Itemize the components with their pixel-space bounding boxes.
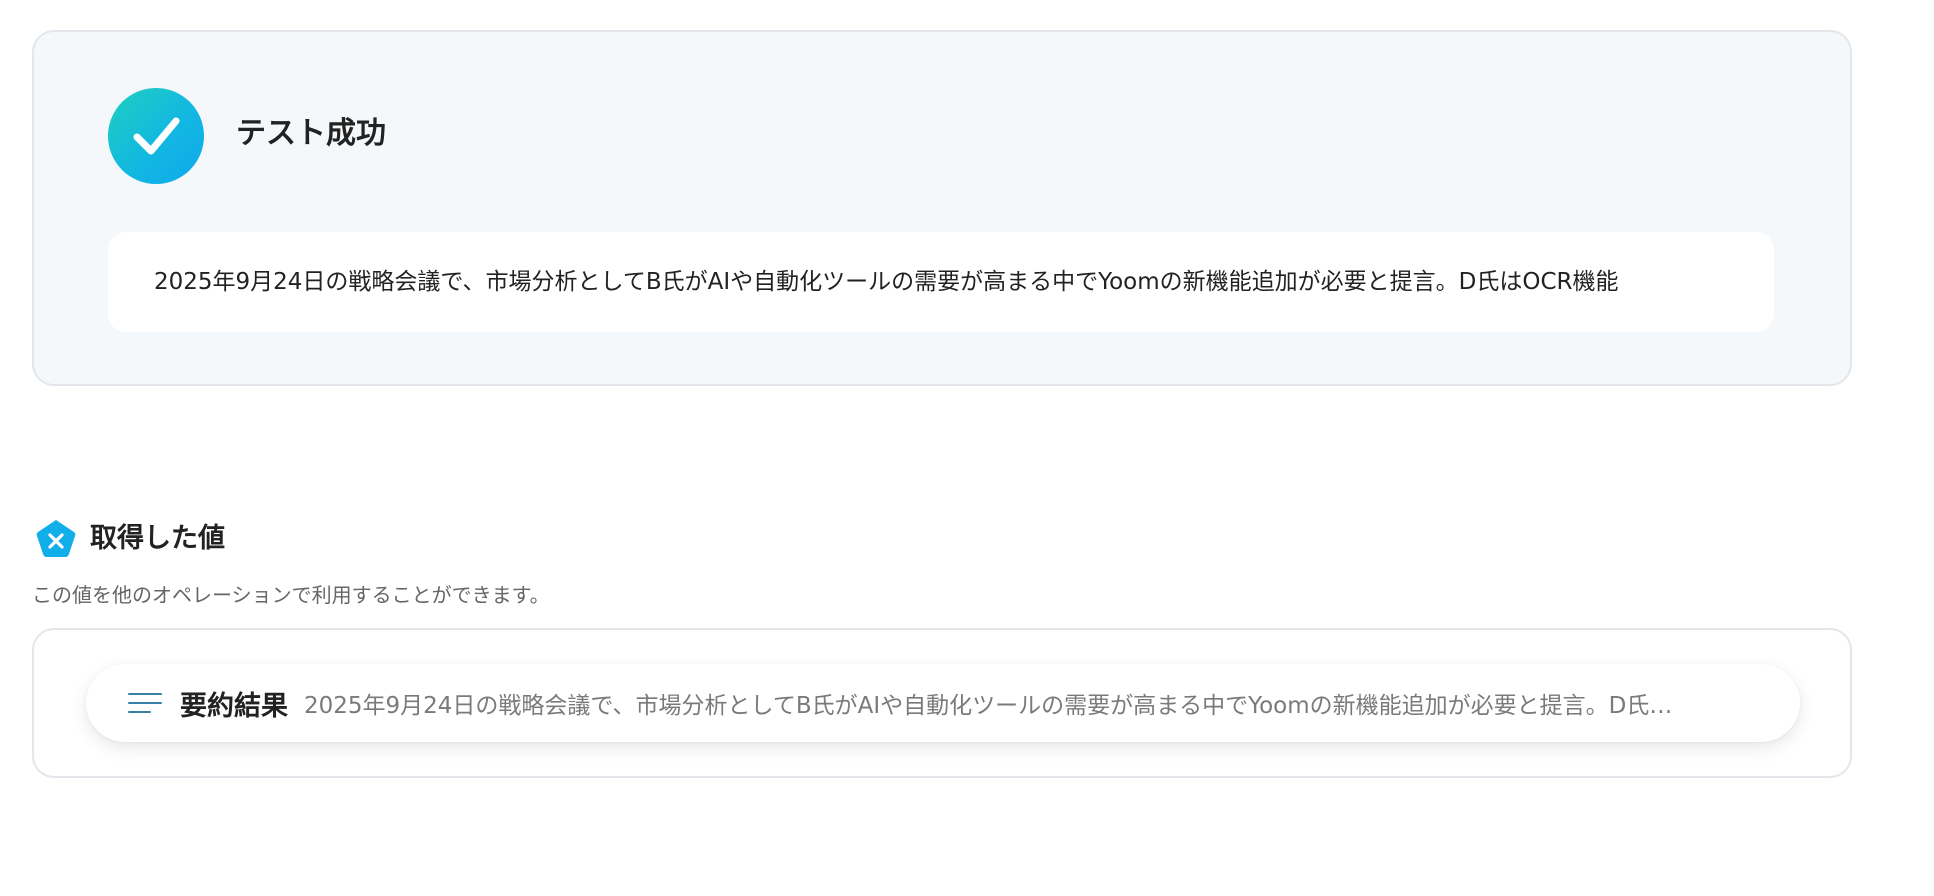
check-circle-icon: [108, 88, 204, 184]
variable-pentagon-icon: [34, 517, 78, 561]
test-success-title: テスト成功: [236, 116, 386, 151]
obtained-values-description: この値を他のオペレーションで利用することができます。: [32, 583, 550, 607]
test-output-box: 2025年9月24日の戦略会議で、市場分析としてB氏がAIや自動化ツールの需要が…: [108, 232, 1774, 332]
obtained-values-title: 取得した値: [90, 523, 225, 554]
test-output-text: 2025年9月24日の戦略会議で、市場分析としてB氏がAIや自動化ツールの需要が…: [154, 269, 1619, 295]
test-result-panel: テスト成功 2025年9月24日の戦略会議で、市場分析としてB氏がAIや自動化ツ…: [32, 30, 1852, 386]
obtained-values-header: 取得した値: [34, 516, 225, 562]
value-chip-text: 2025年9月24日の戦略会議で、市場分析としてB氏がAIや自動化ツールの需要が…: [304, 693, 1673, 719]
obtained-values-panel: 要約結果 2025年9月24日の戦略会議で、市場分析としてB氏がAIや自動化ツー…: [32, 628, 1852, 778]
value-chip-label: 要約結果: [180, 690, 288, 722]
text-lines-icon: [128, 693, 162, 713]
value-chip-summary[interactable]: 要約結果 2025年9月24日の戦略会議で、市場分析としてB氏がAIや自動化ツー…: [86, 664, 1800, 742]
